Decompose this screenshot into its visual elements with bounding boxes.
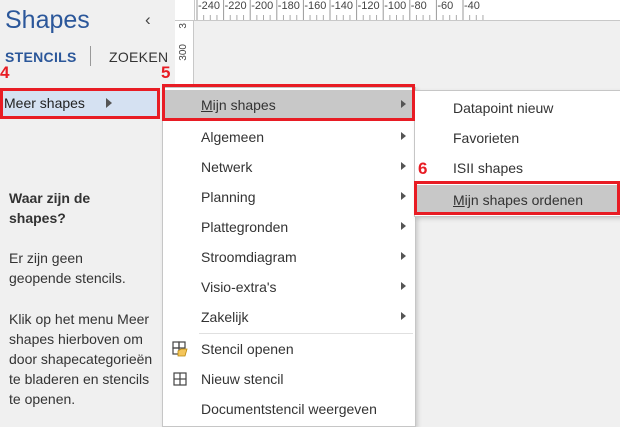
step-number-4: 4 [0, 63, 10, 82]
ruler-label: -60 [437, 0, 454, 12]
menu-item-planning[interactable]: Planning [163, 182, 415, 212]
menu-item-zakelijk[interactable]: Zakelijk [163, 302, 415, 332]
help-text-instructions: Klik op het menu Meer shapes hierboven o… [9, 311, 153, 407]
menu-item-algemeen[interactable]: Algemeen [163, 122, 415, 152]
menu-item-plattegronden[interactable]: Plattegronden [163, 212, 415, 242]
step-number-6: 6 [418, 159, 428, 178]
vertical-ruler-label: 3 [178, 23, 189, 29]
menu-item-label: ISII shapes [453, 160, 524, 176]
ruler-label: -120 [357, 0, 380, 12]
menu-item-stencil-openen[interactable]: Stencil openen [163, 334, 415, 364]
tab-zoeken[interactable]: ZOEKEN [109, 49, 168, 65]
chevron-right-icon [401, 252, 406, 260]
chevron-right-icon [401, 312, 406, 320]
help-title: Waar zijn de shapes? [9, 190, 91, 226]
menu-item-label: Documentstencil weergeven [201, 401, 377, 417]
annotation-box-6 [414, 181, 620, 215]
menu-item-label: Datapoint nieuw [453, 100, 554, 116]
menu-item-label: Favorieten [453, 130, 520, 146]
annotation-box-5 [162, 84, 415, 121]
menu-item-label: Stroomdiagram [201, 249, 297, 265]
menu-item-label: Plattegronden [201, 219, 289, 235]
menu-item-label: Zakelijk [201, 309, 249, 325]
collapse-pane-icon[interactable]: ‹ [145, 10, 151, 30]
horizontal-ruler: -240 -220 -200 -180 -160 -140 -120 -100 -80 -60 -4… [175, 0, 620, 21]
menu-item-datapoint-nieuw[interactable]: Datapoint nieuw [415, 93, 620, 123]
chevron-right-icon [401, 162, 406, 170]
vertical-ruler-label: 300 [178, 44, 189, 61]
tab-stencils[interactable]: STENCILS [5, 49, 77, 65]
open-stencil-icon [172, 341, 188, 357]
menu-item-netwerk[interactable]: Netwerk [163, 152, 415, 182]
ruler-label: -40 [464, 0, 480, 12]
ruler-label: -180 [277, 0, 300, 12]
shapes-pane: Shapes ‹ STENCILS ZOEKEN Meer shapes Waa… [0, 0, 175, 425]
menu-item-nieuw-stencil[interactable]: Nieuw stencil [163, 364, 415, 394]
ruler-label: -240 [198, 0, 221, 12]
ruler-label: -220 [224, 0, 247, 12]
ruler-label: -80 [410, 0, 427, 12]
menu-item-stroomdiagram[interactable]: Stroomdiagram [163, 242, 415, 272]
chevron-right-icon [401, 132, 406, 140]
ruler-label: -100 [384, 0, 407, 12]
menu-item-label: Nieuw stencil [201, 371, 284, 387]
menu-item-favorieten[interactable]: Favorieten [415, 123, 620, 153]
menu-item-label: Algemeen [201, 129, 265, 145]
help-text-no-stencils: Er zijn geen geopende stencils. [9, 250, 126, 286]
step-number-5: 5 [161, 63, 171, 82]
menu-item-label: Netwerk [201, 159, 253, 175]
menu-item-label: Visio-extra's [201, 279, 277, 295]
new-stencil-icon [173, 372, 187, 386]
tab-divider [90, 46, 91, 66]
menu-item-label: Stencil openen [201, 341, 294, 357]
chevron-right-icon [401, 192, 406, 200]
menu-item-visio-extras[interactable]: Visio-extra's [163, 272, 415, 302]
annotation-box-4 [0, 88, 160, 119]
ruler-label: -140 [331, 0, 354, 12]
ruler-corner [175, 0, 195, 21]
menu-item-label: Planning [201, 189, 256, 205]
ruler-label: -160 [304, 0, 327, 12]
menu-item-isii-shapes[interactable]: ISII shapes [415, 153, 620, 183]
pane-title: Shapes [5, 6, 90, 34]
menu-item-documentstencil-weergeven[interactable]: Documentstencil weergeven [163, 394, 415, 424]
ruler-label: -200 [251, 0, 274, 12]
meer-shapes-menu: Mijn shapes Algemeen Netwerk Planning Pl… [162, 87, 416, 427]
chevron-right-icon [401, 222, 406, 230]
chevron-right-icon [401, 282, 406, 290]
